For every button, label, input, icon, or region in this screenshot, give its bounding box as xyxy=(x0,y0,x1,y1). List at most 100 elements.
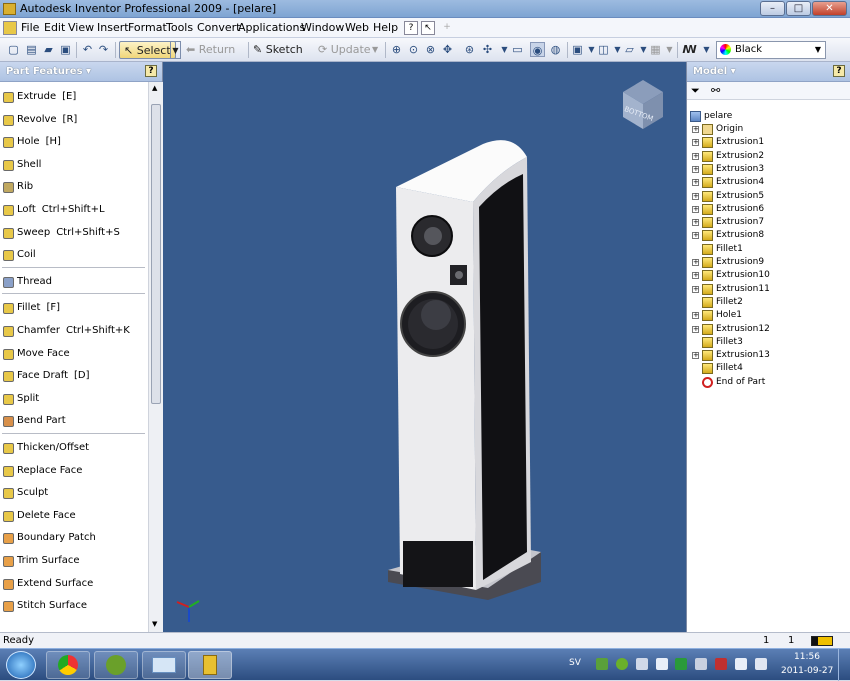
section-view-icon[interactable]: ▦ xyxy=(648,42,663,57)
taskbar-explorer-button[interactable] xyxy=(142,651,186,679)
maximize-button[interactable]: □ xyxy=(786,1,811,16)
feature-thread[interactable]: Thread xyxy=(0,273,148,291)
feature-coil[interactable]: Coil xyxy=(0,246,148,264)
realistic-display-icon[interactable]: ◍ xyxy=(548,42,563,57)
show-desktop-button[interactable] xyxy=(838,649,850,681)
panel-help-button[interactable]: ? xyxy=(145,65,157,77)
model-panel-header[interactable]: Model ▾ ? xyxy=(687,62,850,82)
tray-monitor-icon[interactable] xyxy=(636,658,648,670)
projection-icon[interactable]: ◫ xyxy=(596,42,611,57)
feature-bend-part[interactable]: Bend Part xyxy=(0,412,148,430)
filter-icon[interactable]: ⏷ xyxy=(691,84,700,98)
expand-icon[interactable]: + xyxy=(692,152,699,160)
feature-sculpt[interactable]: Sculpt xyxy=(0,484,148,502)
feature-trim-surface[interactable]: Trim Surface xyxy=(0,552,148,570)
clock-time[interactable]: 11:56 xyxy=(794,652,820,662)
expand-icon[interactable]: + xyxy=(692,352,699,360)
scrollbar-thumb[interactable] xyxy=(151,104,161,404)
tray-spotify-icon[interactable] xyxy=(616,658,628,670)
orbit-icon[interactable]: ✣ xyxy=(480,42,495,57)
feature-delete-face[interactable]: Delete Face xyxy=(0,507,148,525)
tray-network-icon[interactable] xyxy=(596,658,608,670)
sketch-button[interactable]: ✎ Sketch xyxy=(253,41,303,59)
feature-split[interactable]: Split xyxy=(0,390,148,408)
menu-convert[interactable]: Convert xyxy=(197,21,241,34)
ilogic-dropdown-icon[interactable]: ▼ xyxy=(699,42,714,57)
menu-web[interactable]: Web xyxy=(345,21,369,34)
menu-file[interactable]: File xyxy=(21,21,39,34)
expand-icon[interactable]: + xyxy=(692,165,699,173)
language-indicator[interactable]: SV xyxy=(569,658,581,668)
taskbar-spotify-button[interactable] xyxy=(94,651,138,679)
taskbar-chrome-button[interactable] xyxy=(46,651,90,679)
feature-stitch-surface[interactable]: Stitch Surface xyxy=(0,597,148,615)
taskbar-inventor-button[interactable] xyxy=(188,651,232,679)
zoom-all-icon[interactable]: ⊕ xyxy=(389,42,404,57)
graphics-viewport[interactable]: BOTTOM xyxy=(163,62,686,632)
expand-icon[interactable]: + xyxy=(692,259,699,266)
open-file-icon[interactable]: ▤ xyxy=(24,42,39,57)
update-dropdown-icon[interactable]: ▼ xyxy=(372,41,378,59)
minimize-button[interactable]: – xyxy=(760,1,785,16)
menu-help[interactable]: Help xyxy=(373,21,398,34)
select-dropdown-icon[interactable]: ▼ xyxy=(170,41,181,59)
menu-applications[interactable]: Applications xyxy=(238,21,305,34)
help-topics-icon[interactable]: ? xyxy=(404,21,418,35)
tray-volume-icon[interactable] xyxy=(755,658,767,670)
whats-this-icon[interactable]: ↖ xyxy=(421,21,435,35)
zoom-window-icon[interactable]: ⊙ xyxy=(406,42,421,57)
plus-icon[interactable]: + xyxy=(440,21,454,35)
display-mode-icon[interactable]: ▣ xyxy=(570,42,585,57)
menu-window[interactable]: Window xyxy=(301,21,344,34)
expand-icon[interactable]: + xyxy=(692,179,699,187)
expand-icon[interactable]: + xyxy=(692,272,699,280)
section-dropdown-icon[interactable]: ▼ xyxy=(662,42,677,57)
scroll-down-icon[interactable]: ▼ xyxy=(152,620,157,628)
menu-edit[interactable]: Edit xyxy=(44,21,65,34)
expand-icon[interactable]: + xyxy=(692,192,699,200)
viewcube[interactable]: BOTTOM xyxy=(623,80,663,129)
feature-move-face[interactable]: Move Face xyxy=(0,345,148,363)
menu-view[interactable]: View xyxy=(68,21,94,34)
new-file-icon[interactable]: ▢ xyxy=(6,42,21,57)
expand-icon[interactable]: + xyxy=(692,139,699,147)
menu-format[interactable]: Format xyxy=(128,21,167,34)
feature-replace-face[interactable]: Replace Face xyxy=(0,462,148,480)
feature-sweep[interactable]: Sweep Ctrl+Shift+S xyxy=(0,224,148,242)
feature-thicken-offset[interactable]: Thicken/Offset xyxy=(0,439,148,457)
feature-extrude[interactable]: Extrude [E] xyxy=(0,88,148,106)
document-icon[interactable] xyxy=(3,21,17,35)
model-help-button[interactable]: ? xyxy=(833,65,845,77)
save-icon[interactable]: ▣ xyxy=(58,42,73,57)
pan-icon[interactable]: ✥ xyxy=(440,42,455,57)
tray-flag-icon[interactable] xyxy=(656,658,668,670)
update-button[interactable]: ⟳ Update xyxy=(318,41,371,59)
tray-device-icon[interactable] xyxy=(695,658,707,670)
expand-icon[interactable]: + xyxy=(692,285,699,293)
inventor-app-icon[interactable] xyxy=(3,3,16,15)
select-button[interactable]: ↖ Select xyxy=(119,41,176,59)
feature-shell[interactable]: Shell xyxy=(0,156,148,174)
look-at-icon[interactable]: ▭ xyxy=(510,42,525,57)
feature-loft[interactable]: Loft Ctrl+Shift+L xyxy=(0,201,148,219)
scroll-up-icon[interactable]: ▲ xyxy=(152,84,157,92)
feature-face-draft[interactable]: Face Draft [D] xyxy=(0,367,148,385)
find-binoculars-icon[interactable]: ⚯ xyxy=(711,84,720,97)
close-button[interactable]: ✕ xyxy=(812,1,847,16)
tray-bluetooth-icon[interactable] xyxy=(715,658,727,670)
return-button[interactable]: ⬅ Return xyxy=(186,41,235,59)
menu-tools[interactable]: Tools xyxy=(166,21,193,34)
expand-icon[interactable]: + xyxy=(692,325,699,333)
undo-icon[interactable]: ↶ xyxy=(80,42,95,57)
clock-date[interactable]: 2011-09-27 xyxy=(781,666,833,676)
feature-fillet[interactable]: Fillet [F] xyxy=(0,299,148,317)
tray-display-icon[interactable] xyxy=(735,658,747,670)
expand-icon[interactable]: + xyxy=(692,205,699,213)
expand-icon[interactable]: + xyxy=(692,219,699,227)
start-orb-icon[interactable] xyxy=(6,651,36,679)
expand-icon[interactable]: + xyxy=(692,126,699,133)
vertical-scrollbar[interactable]: ▲ ▼ xyxy=(148,82,163,632)
menu-insert[interactable]: Insert xyxy=(97,21,129,34)
expand-icon[interactable]: + xyxy=(692,232,699,240)
feature-revolve[interactable]: Revolve [R] xyxy=(0,111,148,129)
